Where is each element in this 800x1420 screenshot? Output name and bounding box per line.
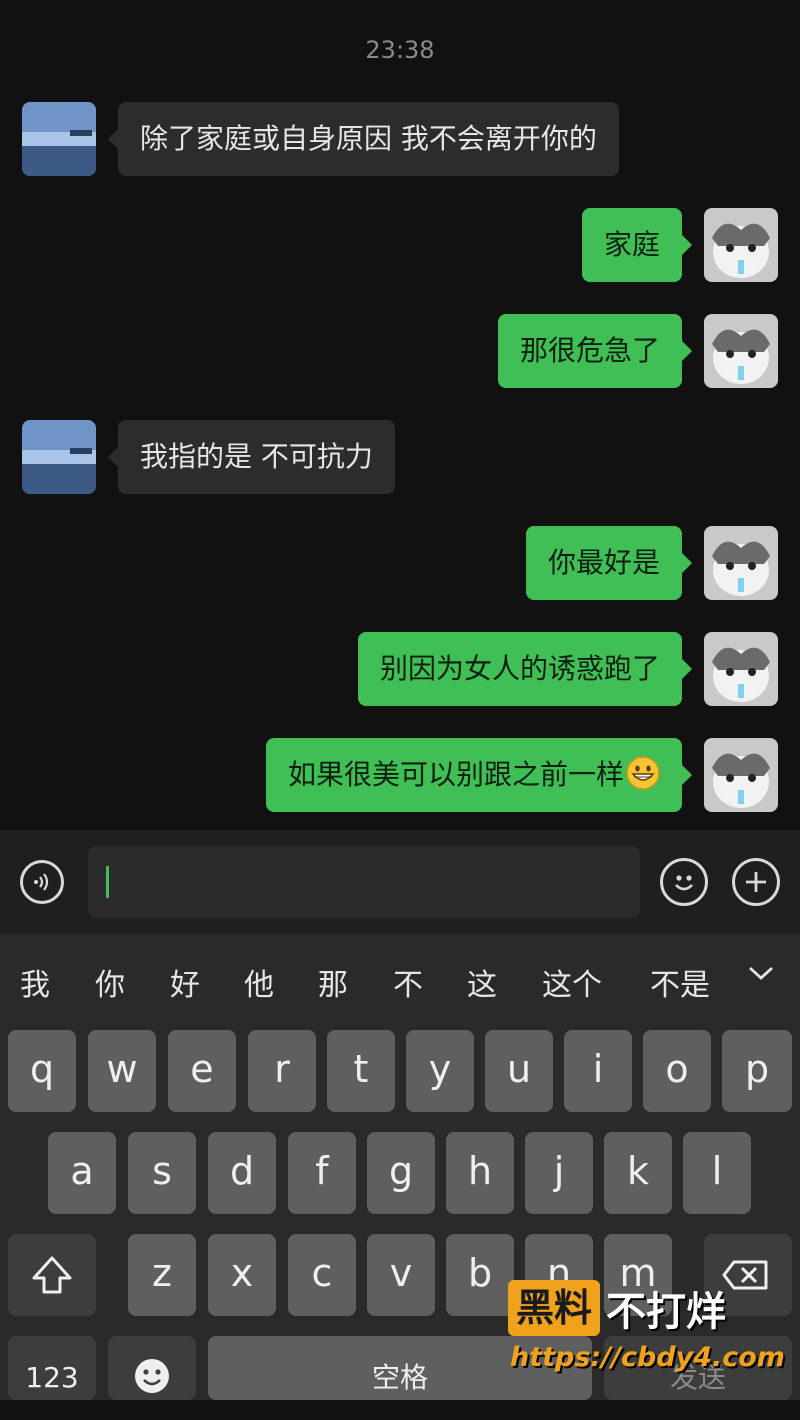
voice-button[interactable] — [20, 860, 64, 904]
key-t[interactable]: t — [327, 1030, 395, 1112]
key-p[interactable]: p — [722, 1030, 792, 1112]
user-avatar[interactable] — [704, 314, 778, 388]
key-b[interactable]: b — [446, 1234, 514, 1316]
key-j[interactable]: j — [525, 1132, 593, 1214]
candidate-word[interactable]: 那 — [318, 960, 348, 1004]
shift-key[interactable] — [8, 1234, 96, 1316]
message-input[interactable] — [88, 846, 640, 918]
key-g[interactable]: g — [367, 1132, 435, 1214]
key-a[interactable]: a — [48, 1132, 116, 1214]
key-i[interactable]: i — [564, 1030, 632, 1112]
smiley-icon — [675, 875, 693, 891]
chat-area: 23:38 除了家庭或自身原因 我不会离开你的 家庭 那很危急了 我指的是 不可… — [0, 0, 800, 830]
message-bubble-incoming[interactable]: 我指的是 不可抗力 — [108, 420, 395, 494]
candidate-word[interactable]: 你 — [95, 960, 125, 1004]
key-s[interactable]: s — [128, 1132, 196, 1214]
candidate-word[interactable]: 他 — [244, 960, 274, 1004]
number-mode-key[interactable]: 123 — [8, 1336, 96, 1400]
candidate-word[interactable]: 不是 — [650, 960, 710, 1004]
chevron-down-icon[interactable] — [746, 958, 776, 988]
key-k[interactable]: k — [604, 1132, 672, 1214]
user-avatar[interactable] — [704, 208, 778, 282]
key-e[interactable]: e — [168, 1030, 236, 1112]
user-avatar[interactable] — [704, 632, 778, 706]
contact-avatar[interactable] — [22, 420, 96, 494]
message-bubble-outgoing[interactable]: 你最好是 — [525, 526, 693, 600]
more-button[interactable] — [732, 858, 780, 906]
key-w[interactable]: w — [88, 1030, 156, 1112]
candidate-word[interactable]: 我 — [20, 960, 50, 1004]
message-bubble-outgoing[interactable]: 家庭 — [581, 208, 693, 282]
message-bubble-outgoing[interactable]: 别因为女人的诱惑跑了 — [357, 632, 693, 706]
emoji-key[interactable] — [108, 1336, 196, 1400]
key-u[interactable]: u — [485, 1030, 553, 1112]
voice-icon — [34, 873, 49, 891]
text-caret — [106, 866, 109, 898]
key-o[interactable]: o — [643, 1030, 711, 1112]
user-avatar[interactable] — [704, 738, 778, 812]
key-v[interactable]: v — [367, 1234, 435, 1316]
candidate-word[interactable]: 不 — [393, 960, 423, 1004]
key-d[interactable]: d — [208, 1132, 276, 1214]
key-x[interactable]: x — [208, 1234, 276, 1316]
key-z[interactable]: z — [128, 1234, 196, 1316]
emoji-key-icon — [135, 1359, 169, 1393]
message-bubble-outgoing[interactable]: 那很危急了 — [497, 314, 693, 388]
candidate-bar: 我 你 好 他 那 不 这 这个 不是 — [0, 934, 800, 1024]
watermark-text: 不打烊 — [606, 1289, 727, 1335]
candidate-word[interactable]: 这 — [467, 960, 497, 1004]
watermark: 黑料 不打烊 https://cbdy4.com — [508, 1278, 785, 1398]
watermark-badge: 黑料 — [508, 1280, 601, 1336]
plus-icon — [746, 872, 766, 892]
candidate-word[interactable]: 这个 — [542, 960, 602, 1004]
candidate-word[interactable]: 好 — [170, 960, 200, 1004]
key-r[interactable]: r — [248, 1030, 316, 1112]
key-h[interactable]: h — [446, 1132, 514, 1214]
shift-icon — [32, 1256, 72, 1294]
message-timestamp: 23:38 — [365, 36, 435, 64]
grinning-face-icon — [626, 756, 660, 790]
emoji-button[interactable] — [660, 858, 708, 906]
key-q[interactable]: q — [8, 1030, 76, 1112]
message-bubble-outgoing[interactable]: 如果很美可以别跟之前一样 — [265, 738, 693, 812]
key-f[interactable]: f — [288, 1132, 356, 1214]
user-avatar[interactable] — [704, 526, 778, 600]
message-bubble-incoming[interactable]: 除了家庭或自身原因 我不会离开你的 — [108, 102, 619, 176]
watermark-url: https://cbdy4.com — [510, 1342, 785, 1373]
contact-avatar[interactable] — [22, 102, 96, 176]
message-text: 如果很美可以别跟之前一样 — [287, 758, 624, 791]
message-input-bar — [0, 830, 800, 934]
key-l[interactable]: l — [683, 1132, 751, 1214]
watermark-logo: 黑料 不打烊 — [508, 1278, 726, 1338]
key-y[interactable]: y — [406, 1030, 474, 1112]
key-c[interactable]: c — [288, 1234, 356, 1316]
